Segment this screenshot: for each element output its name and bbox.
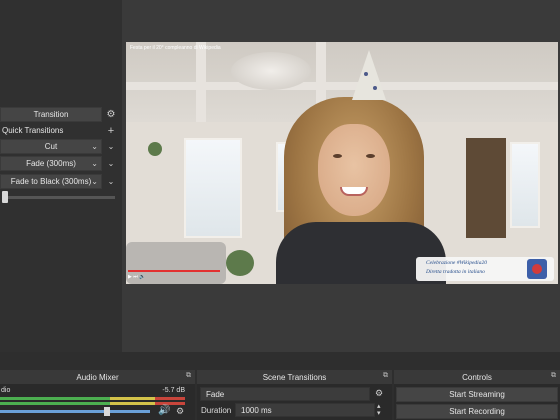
audio-meter-red xyxy=(155,397,185,400)
controls-header: Controls ⧉ xyxy=(394,370,560,384)
quick-transition-select-fade[interactable]: Fade (300ms) ⌄ xyxy=(0,156,102,171)
doorway xyxy=(466,138,506,238)
scene-transitions-header: Scene Transitions ⧉ xyxy=(197,370,392,384)
transition-select[interactable]: Fade xyxy=(200,387,370,401)
audio-mixer-dock: Audio Mixer ⧉ dio -5.7 dB 🔊 ⚙ xyxy=(0,370,195,420)
duration-input[interactable]: 1000 ms xyxy=(235,403,375,417)
chevron-down-icon[interactable]: ⌄ xyxy=(104,177,118,186)
audio-level-db: -5.7 dB xyxy=(162,387,185,394)
audio-source-label: dio xyxy=(1,387,11,394)
plant xyxy=(226,250,254,276)
transitions-dock: Transition ⚙ Quick Transitions + Cut ⌄ ⌄… xyxy=(0,0,122,352)
speaker-icon[interactable]: 🔊 xyxy=(158,405,170,416)
player-controls[interactable]: ▶ ⏭ 🔊 xyxy=(128,274,145,280)
program-video[interactable]: Festa per il 20° compleanno di Wikipedia… xyxy=(126,42,558,284)
chevron-down-icon: ⌄ xyxy=(91,159,98,168)
quick-transition-select-fade-to-black[interactable]: Fade to Black (300ms) ⌄ xyxy=(0,174,102,189)
video-progress-bar[interactable] xyxy=(128,270,220,272)
person-face xyxy=(318,124,390,216)
wikipedia-logo-icon xyxy=(527,259,547,279)
lower-third-line1: Celebrazione #Wikipedia20 xyxy=(426,260,487,266)
lower-third-banner: Celebrazione #Wikipedia20 Diretta tradot… xyxy=(416,257,554,281)
obs-window: Transition ⚙ Quick Transitions + Cut ⌄ ⌄… xyxy=(0,0,560,420)
select-label: Cut xyxy=(44,142,58,151)
quick-transition-select-cut[interactable]: Cut ⌄ xyxy=(0,139,102,154)
transition-select-value: Fade xyxy=(206,389,225,399)
duration-value: 1000 ms xyxy=(241,405,272,415)
quick-transitions-label: Quick Transitions xyxy=(2,126,64,135)
audio-meter-green xyxy=(0,397,110,400)
eye xyxy=(366,154,375,158)
chevron-down-icon: ⌄ xyxy=(91,177,98,186)
transition-slider-track[interactable] xyxy=(2,196,115,199)
window xyxy=(510,142,540,228)
ceiling-beam xyxy=(126,82,558,90)
dock-float-icon[interactable]: ⧉ xyxy=(551,372,556,380)
audio-mixer-header: Audio Mixer ⧉ xyxy=(0,370,195,384)
chevron-down-icon[interactable]: ⌄ xyxy=(104,159,118,168)
gear-icon[interactable]: ⚙ xyxy=(375,388,383,399)
plus-icon[interactable]: + xyxy=(104,125,118,137)
gear-icon[interactable]: ⚙ xyxy=(176,406,184,417)
scene-transitions-title: Scene Transitions xyxy=(262,372,327,382)
audio-mixer-title: Audio Mixer xyxy=(76,372,119,382)
controls-dock: Controls ⧉ Start Streaming Start Recordi… xyxy=(394,370,560,420)
eye xyxy=(333,154,342,158)
audio-meter-yellow xyxy=(110,397,155,400)
select-label: Fade to Black (300ms) xyxy=(10,177,92,186)
chevron-down-icon: ⌄ xyxy=(91,142,98,151)
dock-float-icon[interactable]: ⧉ xyxy=(186,372,191,380)
select-label: Fade (300ms) xyxy=(26,159,76,168)
controls-title: Controls xyxy=(462,372,492,382)
transition-button[interactable]: Transition xyxy=(0,107,102,122)
plant xyxy=(148,142,162,156)
volume-slider-handle[interactable] xyxy=(104,407,110,416)
volume-slider-track[interactable] xyxy=(0,410,150,413)
video-title: Festa per il 20° compleanno di Wikipedia xyxy=(130,45,221,51)
gear-icon[interactable]: ⚙ xyxy=(104,109,118,120)
audio-meter-yellow xyxy=(110,402,155,405)
ceiling-lamp xyxy=(231,52,311,90)
start-streaming-button[interactable]: Start Streaming xyxy=(396,387,558,402)
chevron-down-icon[interactable]: ⌄ xyxy=(104,142,118,151)
hat-dot xyxy=(364,72,368,76)
party-hat xyxy=(352,50,386,100)
hat-dot xyxy=(373,86,377,90)
audio-meter-green xyxy=(0,402,110,405)
window xyxy=(184,138,242,238)
dock-float-icon[interactable]: ⧉ xyxy=(383,372,388,380)
start-recording-button[interactable]: Start Recording xyxy=(396,404,558,419)
transition-slider-handle[interactable] xyxy=(2,191,8,203)
scene-transitions-dock: Scene Transitions ⧉ Fade ⚙ Duration 1000… xyxy=(197,370,392,420)
duration-stepper-icon[interactable]: ▴ ▾ xyxy=(377,403,381,417)
duration-label: Duration xyxy=(201,406,232,415)
lower-third-line2: Diretta tradotta in italiano xyxy=(426,269,485,275)
